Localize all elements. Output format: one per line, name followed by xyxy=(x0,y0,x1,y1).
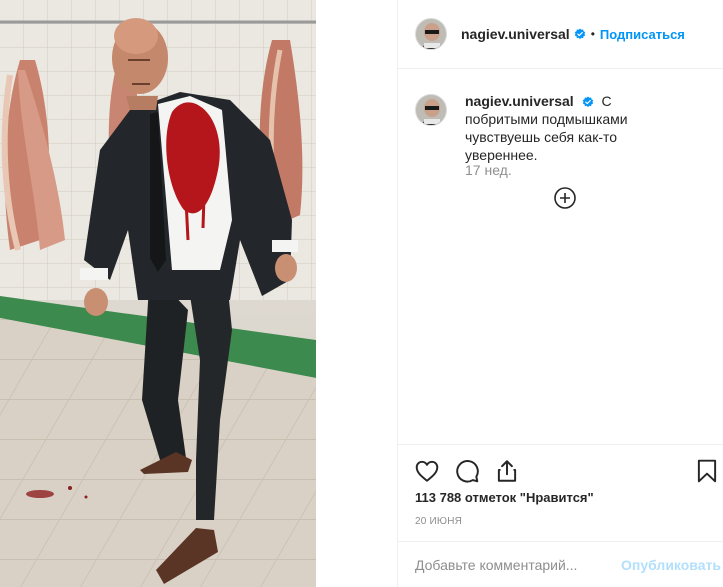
post-photo[interactable] xyxy=(0,0,316,587)
comment-input[interactable] xyxy=(415,556,605,573)
header-separator: • xyxy=(590,27,595,41)
plus-circle-icon[interactable] xyxy=(553,186,577,210)
author-avatar[interactable] xyxy=(415,18,447,50)
heart-icon[interactable] xyxy=(414,458,440,484)
publish-button[interactable]: Опубликовать xyxy=(621,557,721,573)
avatar-illustration xyxy=(416,95,446,125)
follow-button[interactable]: Подписаться xyxy=(600,27,685,42)
action-bar xyxy=(398,444,723,496)
post-view: nagiev.universal • Подписаться nagiev.un… xyxy=(0,0,723,587)
caption-text-block: nagiev.universal С побритыми подмышками … xyxy=(465,92,685,164)
post-header: nagiev.universal • Подписаться xyxy=(398,0,723,69)
caption-timestamp[interactable]: 17 нед. xyxy=(465,162,512,178)
post-date[interactable]: 20 ИЮНЯ xyxy=(415,516,462,527)
caption-avatar[interactable] xyxy=(415,94,447,126)
verified-badge-icon xyxy=(574,28,586,40)
post-side-panel: nagiev.universal • Подписаться nagiev.un… xyxy=(397,0,723,587)
share-icon[interactable] xyxy=(494,458,520,484)
author-username[interactable]: nagiev.universal xyxy=(461,26,570,42)
caption-comment: nagiev.universal С побритыми подмышками … xyxy=(415,92,715,164)
likes-count[interactable]: 113 788 отметок "Нравится" xyxy=(415,490,594,505)
add-comment-bar: Опубликовать xyxy=(398,541,723,587)
avatar-illustration xyxy=(416,19,446,49)
verified-badge-icon xyxy=(582,96,594,108)
caption-username[interactable]: nagiev.universal xyxy=(465,93,574,109)
photo-illustration xyxy=(0,0,316,587)
speech-bubble-icon[interactable] xyxy=(454,458,480,484)
bookmark-icon[interactable] xyxy=(694,458,720,484)
